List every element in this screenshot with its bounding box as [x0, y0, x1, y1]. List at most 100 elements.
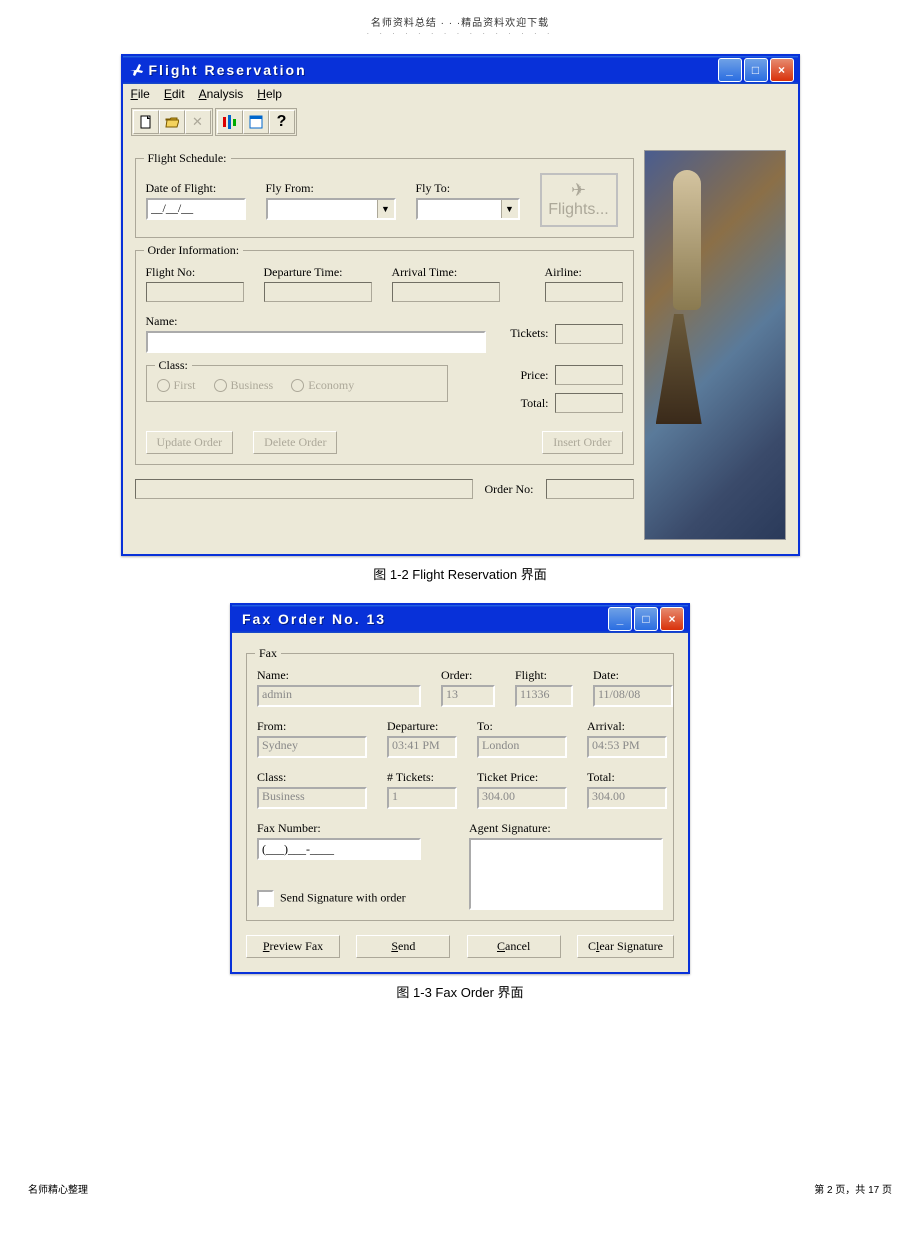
order-field: 13 [441, 685, 495, 707]
departure-field: 03:41 PM [387, 736, 457, 758]
tickets-field [555, 324, 623, 344]
flights-button-label: Flights... [548, 201, 608, 219]
price-label: Price: [521, 368, 549, 383]
flight-no-label: Flight No: [146, 265, 244, 280]
agent-signature-box[interactable] [469, 838, 663, 910]
help-icon[interactable]: ? [269, 110, 295, 134]
order-label: Order: [441, 668, 495, 683]
footer-right: 第 2 页，共 17 页 [814, 1181, 892, 1196]
name-label: Name: [257, 668, 421, 683]
caption-2: 图 1-3 Fax Order 界面 [0, 982, 920, 1001]
footer-left: 名师精心整理 [28, 1181, 88, 1196]
fax-group: Fax Name:admin Order:13 Flight:11336 Dat… [246, 653, 674, 921]
tickets-label: Tickets: [510, 326, 548, 341]
price-field [555, 365, 623, 385]
from-label: From: [257, 719, 367, 734]
name-field: admin [257, 685, 421, 707]
update-order-button: Update Order [146, 431, 234, 454]
close-button[interactable]: × [660, 607, 684, 631]
fax-number-input[interactable] [257, 838, 421, 860]
send-button[interactable]: Send [356, 935, 450, 958]
ticket-price-label: Ticket Price: [477, 770, 567, 785]
total-field [555, 393, 623, 413]
delete-order-button: Delete Order [253, 431, 337, 454]
from-field: Sydney [257, 736, 367, 758]
flight-no-field [146, 282, 244, 302]
agent-signature-label: Agent Signature: [469, 821, 663, 836]
minimize-button[interactable]: _ [718, 58, 742, 82]
class-legend: Class: [155, 358, 192, 373]
class-label: Class: [257, 770, 367, 785]
flight-label: Flight: [515, 668, 573, 683]
date-label: Date: [593, 668, 673, 683]
arrival-time-label: Arrival Time: [392, 265, 500, 280]
page-header: 名师资料总结 · · ·精品资料欢迎下载 [0, 0, 920, 29]
to-field: London [477, 736, 567, 758]
radio-first: First [157, 378, 196, 393]
order-info-group: Order Information: Flight No: Departure … [135, 250, 634, 465]
ticket-price-field: 304.00 [477, 787, 567, 809]
flight-schedule-group: Flight Schedule: Date of Flight: Fly Fro… [135, 158, 634, 238]
total-label: Total: [521, 396, 549, 411]
close-button[interactable]: × [770, 58, 794, 82]
menu-analysis[interactable]: Analysis [199, 87, 244, 101]
new-icon[interactable] [133, 110, 159, 134]
statusbar [135, 479, 473, 499]
airline-field [545, 282, 623, 302]
form-icon[interactable] [243, 110, 269, 134]
titlebar[interactable]: Flight Reservation _ □ × [123, 56, 798, 84]
class-field: Business [257, 787, 367, 809]
name-input[interactable] [146, 331, 486, 353]
chart-icon[interactable] [217, 110, 243, 134]
fly-from-label: Fly From: [266, 181, 396, 196]
total-field: 304.00 [587, 787, 667, 809]
header-dots: · · · · · · · · · · · · · · · [0, 29, 920, 38]
fly-from-combo[interactable]: ▼ [266, 198, 396, 220]
menubar: File Edit Analysis Help [123, 84, 798, 104]
fly-to-label: Fly To: [416, 181, 520, 196]
date-of-flight-input[interactable] [146, 198, 246, 220]
menu-file[interactable]: File [131, 87, 150, 101]
menu-edit[interactable]: Edit [164, 87, 185, 101]
chevron-down-icon: ▼ [501, 200, 518, 218]
flight-field: 11336 [515, 685, 573, 707]
minimize-button[interactable]: _ [608, 607, 632, 631]
departure-label: Departure: [387, 719, 457, 734]
fax-legend: Fax [255, 646, 281, 661]
arrival-field: 04:53 PM [587, 736, 667, 758]
chevron-down-icon: ▼ [377, 200, 394, 218]
date-of-flight-label: Date of Flight: [146, 181, 246, 196]
tickets-field: 1 [387, 787, 457, 809]
radio-business: Business [214, 378, 274, 393]
delete-icon: ✕ [185, 110, 211, 134]
airline-label: Airline: [545, 265, 623, 280]
departure-time-field [264, 282, 372, 302]
send-signature-checkbox[interactable]: Send Signature with order [257, 890, 421, 907]
caption-1: 图 1-2 Flight Reservation 界面 [0, 564, 920, 583]
decorative-image [644, 150, 786, 540]
cancel-button[interactable]: Cancel [467, 935, 561, 958]
maximize-button[interactable]: □ [634, 607, 658, 631]
arrival-time-field [392, 282, 500, 302]
to-label: To: [477, 719, 567, 734]
fax-order-window: Fax Order No. 13 _ □ × Fax Name: admin Or… [230, 603, 690, 974]
name-label: Name: [146, 314, 486, 329]
departure-time-label: Departure Time: [264, 265, 372, 280]
tickets-label: # Tickets: [387, 770, 457, 785]
maximize-button[interactable]: □ [744, 58, 768, 82]
order-info-legend: Order Information: [144, 243, 244, 258]
insert-order-button: Insert Order [542, 431, 622, 454]
menu-help[interactable]: Help [257, 87, 282, 101]
order-no-field [546, 479, 634, 499]
radio-economy: Economy [291, 378, 354, 393]
preview-fax-button[interactable]: Preview Fax [246, 935, 340, 958]
fly-to-combo[interactable]: ▼ [416, 198, 520, 220]
total-label: Total: [587, 770, 667, 785]
date-field: 11/08/08 [593, 685, 673, 707]
titlebar[interactable]: Fax Order No. 13 _ □ × [232, 605, 688, 633]
toolbar: ✕ ? [123, 104, 798, 140]
flights-button: ✈ Flights... [540, 173, 618, 227]
window-title: Flight Reservation [149, 62, 718, 78]
open-icon[interactable] [159, 110, 185, 134]
clear-signature-button[interactable]: Clear Signature [577, 935, 674, 958]
